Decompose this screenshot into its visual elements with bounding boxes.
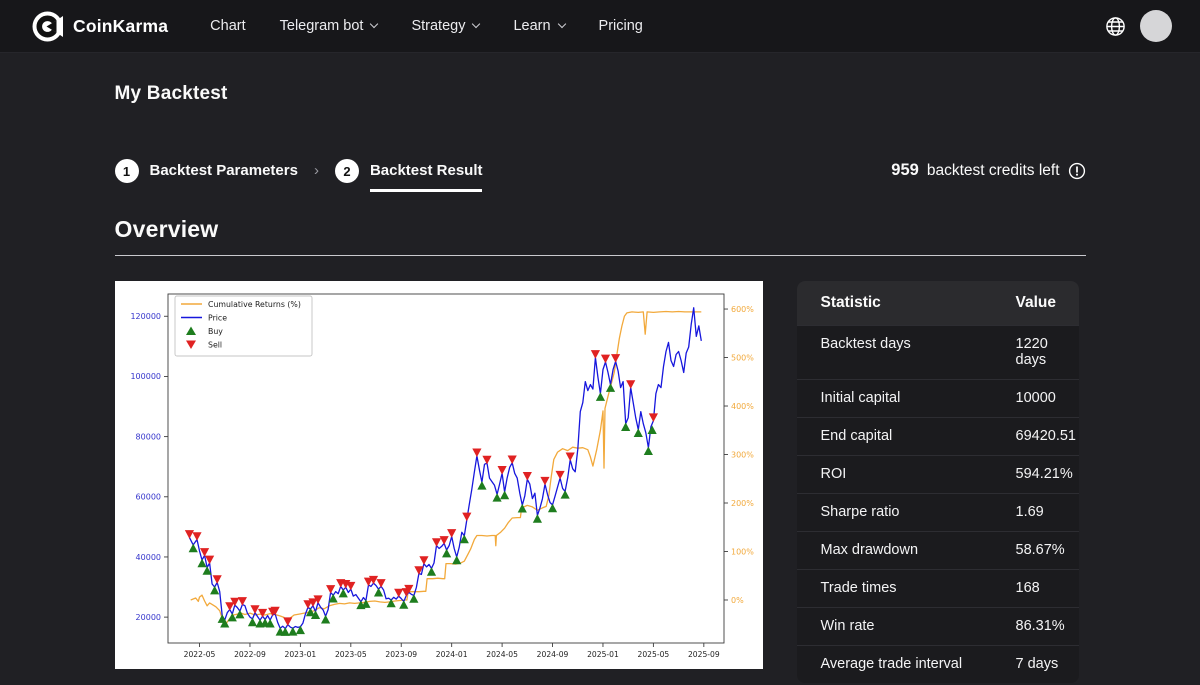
backtest-chart: 20000 40000 60000 80000 100000 120000 0% 100% 20… [115, 281, 763, 669]
table-row: Initial capital10000 [797, 379, 1079, 417]
nav-item-telegram-bot[interactable]: Telegram bot [280, 18, 378, 34]
table-row: Max drawdown58.67% [797, 531, 1079, 569]
svg-text:40000: 40000 [135, 553, 160, 562]
stat-value: 7 days [1016, 656, 1079, 672]
nav-item-pricing[interactable]: Pricing [599, 18, 643, 34]
section-title: Overview [115, 216, 1086, 243]
overview-content: 20000 40000 60000 80000 100000 120000 0% 100% 20… [115, 281, 1086, 683]
chevron-down-icon [370, 20, 378, 28]
table-header-value: Value [1016, 294, 1079, 312]
table-row: Sharpe ratio1.69 [797, 493, 1079, 531]
stat-value: 594.21% [1016, 466, 1079, 482]
nav-item-strategy[interactable]: Strategy [411, 18, 479, 34]
svg-text:2022-09: 2022-09 [234, 650, 266, 659]
stat-name: Sharpe ratio [821, 504, 1016, 520]
credits-label: backtest credits left [927, 162, 1060, 180]
svg-text:Sell: Sell [208, 340, 222, 349]
stat-name: Max drawdown [821, 542, 1016, 558]
svg-text:2023-01: 2023-01 [284, 650, 316, 659]
breadcrumb-chevron-icon: › [314, 162, 319, 179]
svg-text:100%: 100% [731, 547, 754, 556]
svg-text:100000: 100000 [130, 372, 161, 381]
svg-text:Buy: Buy [208, 327, 223, 336]
svg-text:2022-05: 2022-05 [183, 650, 215, 659]
svg-text:2024-09: 2024-09 [536, 650, 568, 659]
stat-name: Trade times [821, 580, 1016, 596]
stat-value: 58.67% [1016, 542, 1079, 558]
brand[interactable]: CoinKarma [32, 11, 168, 42]
svg-text:2023-09: 2023-09 [385, 650, 417, 659]
backtest-chart-panel: 20000 40000 60000 80000 100000 120000 0% 100% 20… [115, 281, 763, 669]
navbar-right [1105, 10, 1172, 42]
step-1-label: Backtest Parameters [150, 162, 298, 179]
stat-value: 86.31% [1016, 618, 1079, 634]
svg-text:2023-05: 2023-05 [334, 650, 366, 659]
stat-value: 69420.51 [1016, 428, 1079, 444]
section-divider [115, 255, 1086, 256]
coinkarma-logo-icon [32, 11, 63, 42]
step-1-circle: 1 [115, 159, 139, 183]
stats-table: Statistic Value Backtest days1220 days I… [797, 281, 1079, 683]
svg-text:2024-05: 2024-05 [486, 650, 518, 659]
table-row: Trade times168 [797, 569, 1079, 607]
chevron-down-icon [472, 20, 480, 28]
stepper-step-parameters[interactable]: 1 Backtest Parameters [115, 159, 298, 183]
svg-text:0%: 0% [731, 596, 744, 605]
svg-text:60000: 60000 [135, 493, 160, 502]
stat-name: Win rate [821, 618, 1016, 634]
navbar: CoinKarma Chart Telegram bot Strategy Le… [0, 0, 1200, 53]
svg-text:500%: 500% [731, 353, 754, 362]
table-row: ROI594.21% [797, 455, 1079, 493]
brand-name: CoinKarma [73, 16, 168, 37]
table-row: Average trade interval7 days [797, 645, 1079, 683]
avatar[interactable] [1140, 10, 1172, 42]
main-content: My Backtest 1 Backtest Parameters › 2 Ba… [115, 53, 1086, 683]
svg-text:2024-01: 2024-01 [435, 650, 467, 659]
svg-text:80000: 80000 [135, 432, 160, 441]
stat-name: ROI [821, 466, 1016, 482]
page-title: My Backtest [115, 83, 1086, 105]
svg-text:200%: 200% [731, 499, 754, 508]
table-header-statistic: Statistic [821, 294, 1016, 312]
stat-name: Initial capital [821, 390, 1016, 406]
stat-value: 168 [1016, 580, 1079, 596]
svg-text:Price: Price [208, 313, 227, 322]
table-row: End capital69420.51 [797, 417, 1079, 455]
step-2-circle: 2 [335, 159, 359, 183]
table-row: Backtest days1220 days [797, 325, 1079, 379]
globe-icon[interactable] [1105, 16, 1126, 37]
table-row: Win rate86.31% [797, 607, 1079, 645]
step-2-label: Backtest Result [370, 162, 483, 179]
chevron-down-icon [557, 20, 565, 28]
nav-item-chart[interactable]: Chart [210, 18, 245, 34]
info-icon[interactable] [1068, 162, 1086, 180]
stat-name: End capital [821, 428, 1016, 444]
stepper: 1 Backtest Parameters › 2 Backtest Resul… [115, 159, 1086, 183]
svg-text:120000: 120000 [130, 312, 161, 321]
svg-text:600%: 600% [731, 305, 754, 314]
svg-text:400%: 400% [731, 402, 754, 411]
nav-item-learn[interactable]: Learn [513, 18, 564, 34]
svg-text:2025-09: 2025-09 [687, 650, 719, 659]
svg-text:300%: 300% [731, 450, 754, 459]
svg-text:2025-05: 2025-05 [637, 650, 669, 659]
nav-links: Chart Telegram bot Strategy Learn Pricin… [210, 18, 643, 34]
svg-text:Cumulative Returns (%): Cumulative Returns (%) [208, 300, 301, 309]
backtest-credits: 959 backtest credits left [891, 161, 1085, 180]
credits-count: 959 [891, 161, 919, 180]
stat-name: Backtest days [821, 336, 1016, 368]
stepper-step-result[interactable]: 2 Backtest Result [335, 159, 483, 183]
stat-name: Average trade interval [821, 656, 1016, 672]
svg-text:20000: 20000 [135, 613, 160, 622]
stat-value: 10000 [1016, 390, 1079, 406]
stat-value: 1220 days [1016, 336, 1079, 368]
stat-value: 1.69 [1016, 504, 1079, 520]
svg-text:2025-01: 2025-01 [587, 650, 619, 659]
stats-table-header: Statistic Value [797, 281, 1079, 325]
